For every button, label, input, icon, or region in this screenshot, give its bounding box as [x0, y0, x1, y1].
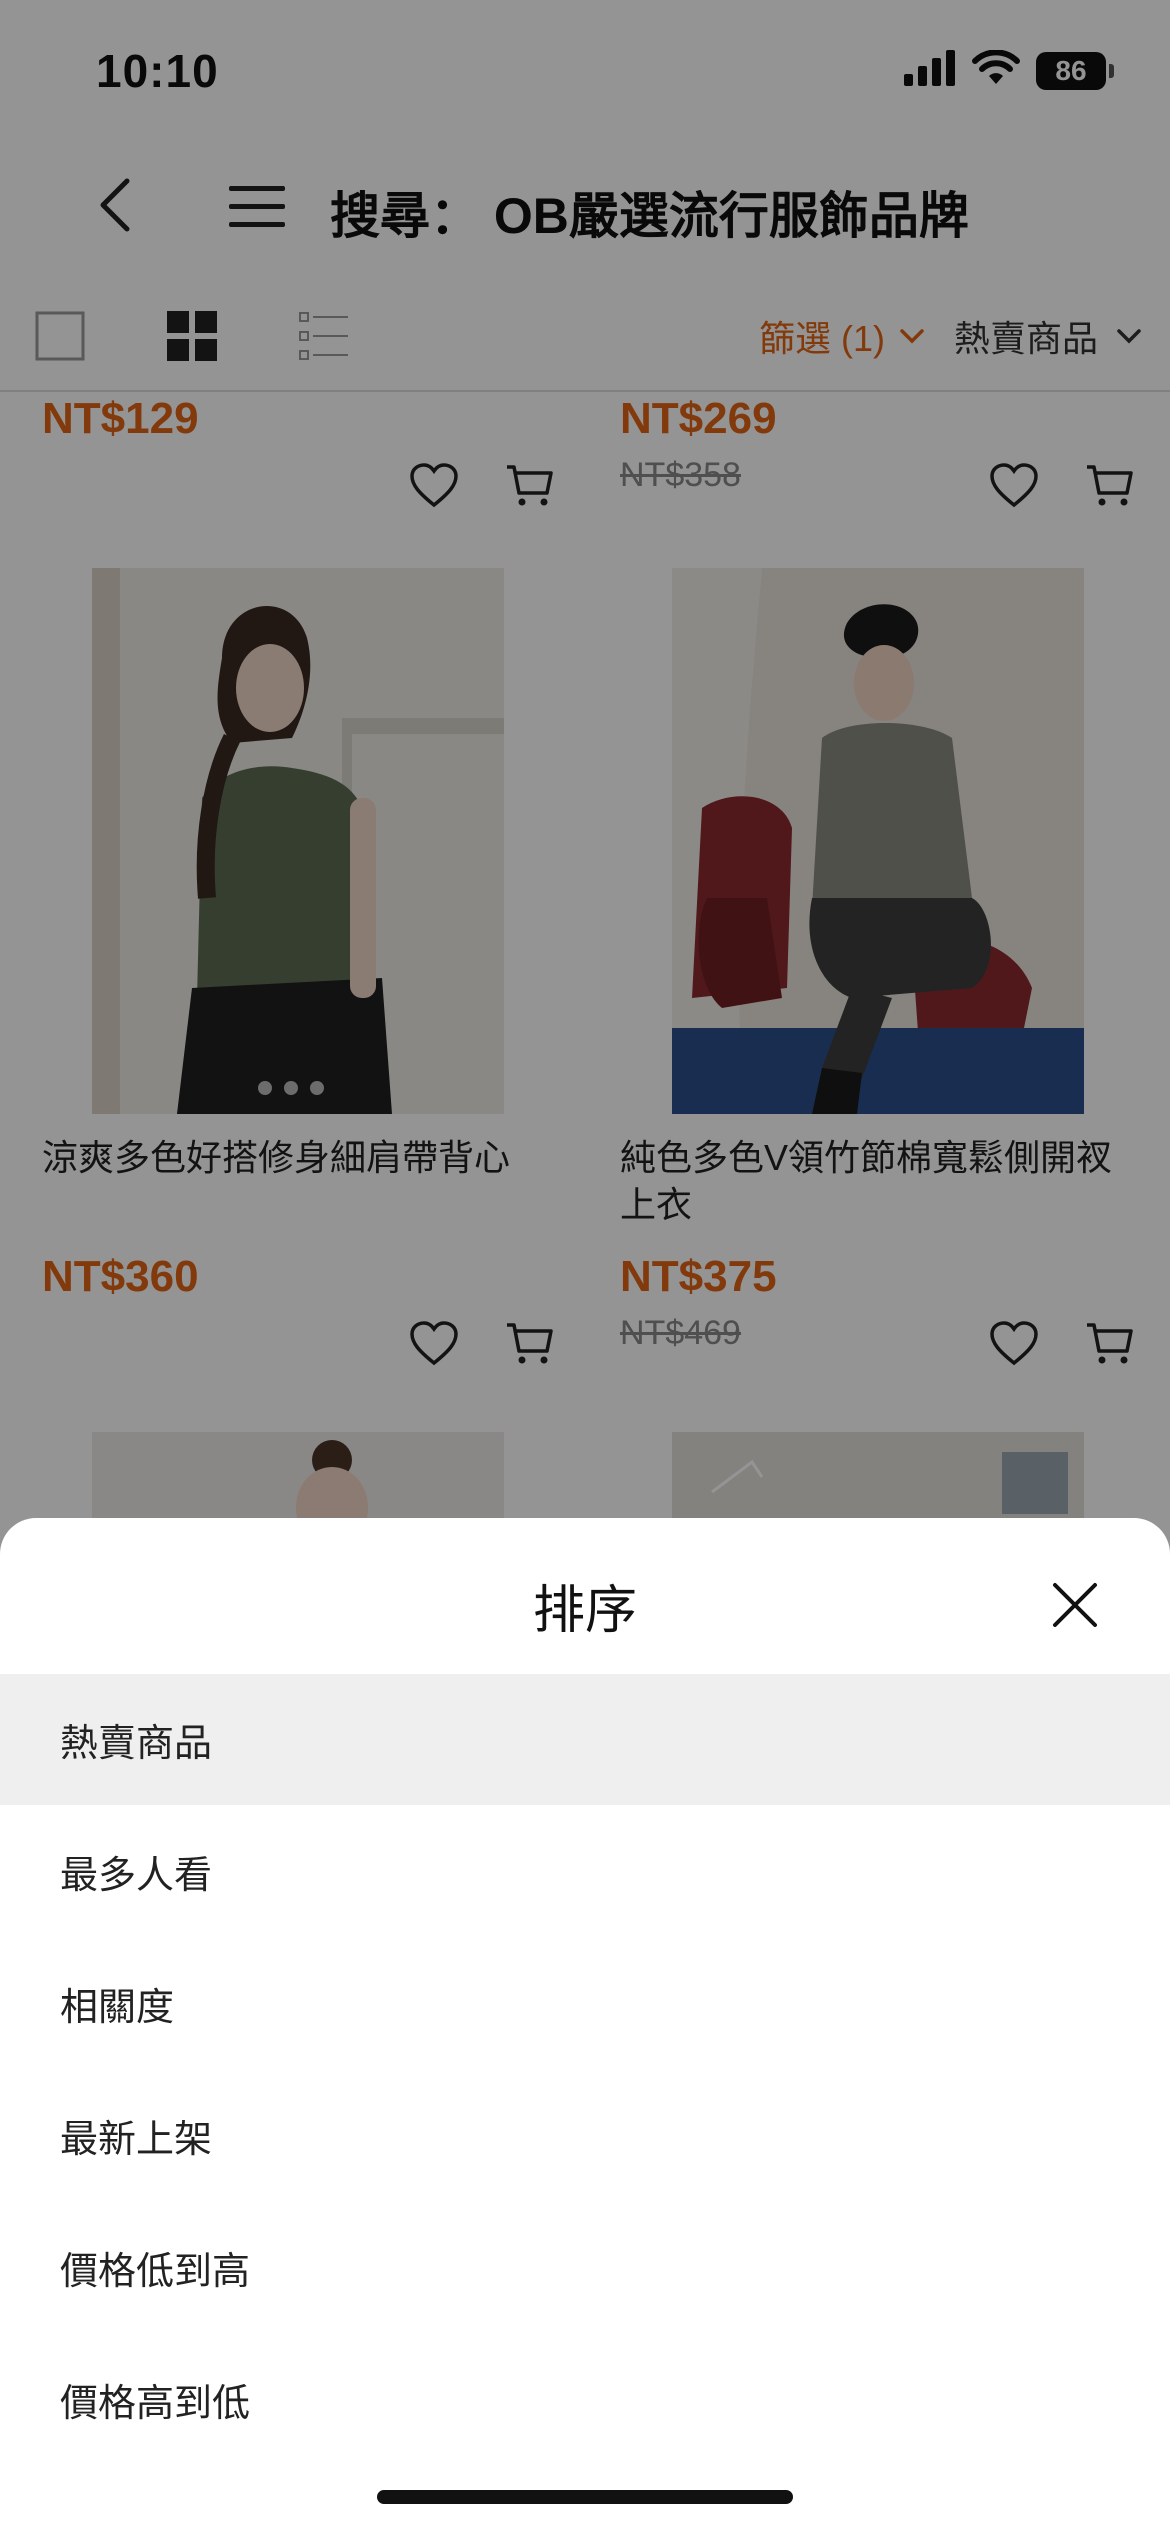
sort-option-label: 價格高到低 [60, 2383, 251, 2425]
sort-bottom-sheet: 排序 熱賣商品 最多人看 相關度 最新上架 價格低到高 價格高到低 [0, 1518, 1170, 2532]
sort-option-label: 最新上架 [60, 2119, 213, 2161]
home-indicator[interactable] [377, 2490, 793, 2504]
close-icon [1053, 1583, 1097, 1627]
close-button[interactable] [1040, 1570, 1110, 1640]
sort-option-label: 相關度 [60, 1987, 175, 2029]
sort-option-most-viewed[interactable]: 最多人看 [0, 1806, 1170, 1937]
sort-option-hot[interactable]: 熱賣商品 [0, 1674, 1170, 1805]
sheet-title: 排序 [532, 1582, 637, 1640]
sort-option-price-asc[interactable]: 價格低到高 [0, 2202, 1170, 2333]
sort-option-label: 最多人看 [60, 1855, 213, 1897]
sort-option-price-desc[interactable]: 價格高到低 [0, 2334, 1170, 2465]
sort-option-relevance[interactable]: 相關度 [0, 1938, 1170, 2069]
sort-option-label: 熱賣商品 [60, 1723, 213, 1765]
sort-option-newest[interactable]: 最新上架 [0, 2070, 1170, 2201]
sort-option-label: 價格低到高 [60, 2251, 251, 2293]
search-results-page: 10:10 86 搜尋： OB嚴選流行服飾品牌 篩選 (1) 熱賣商品 NT$1… [0, 0, 1170, 2532]
